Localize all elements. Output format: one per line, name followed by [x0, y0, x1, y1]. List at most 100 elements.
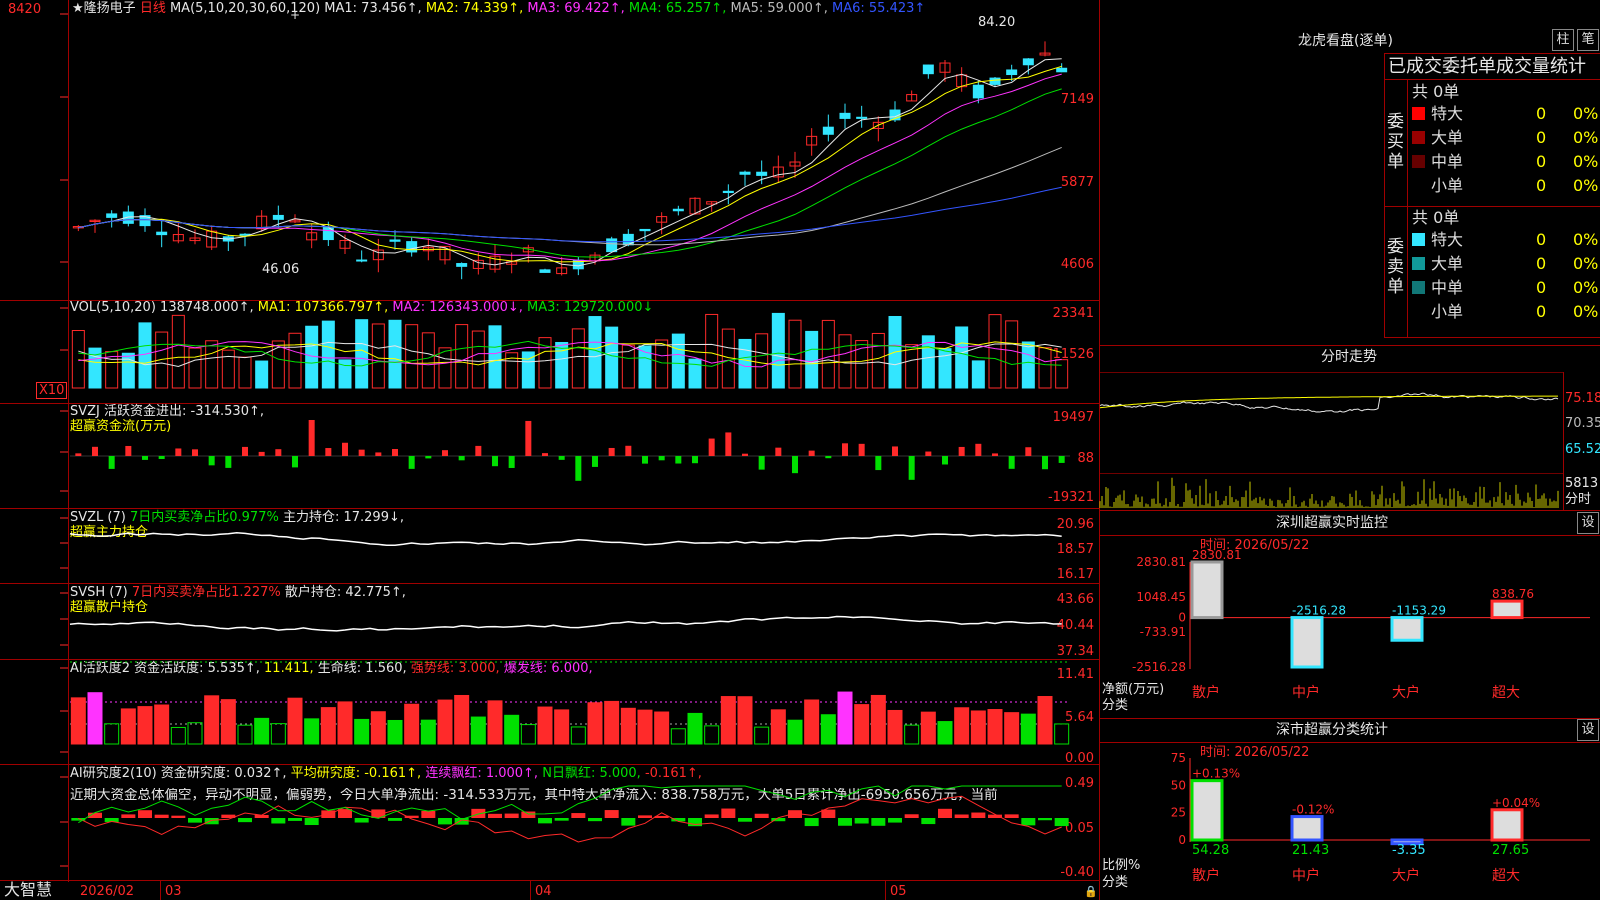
fund-flow-bar [1058, 456, 1065, 463]
fund-flow-bar [858, 443, 865, 456]
activity-bar [254, 717, 270, 745]
lock-icon[interactable]: 🔒 [1084, 884, 1098, 899]
bar-value-label: -2516.28 [1292, 604, 1346, 618]
sz-class-settings-button[interactable]: 设 [1577, 719, 1599, 741]
x-axis-label: 03 [165, 884, 182, 899]
volume-bar [988, 314, 1002, 389]
activity-bar [720, 696, 736, 745]
chart-bar [1390, 616, 1424, 642]
order-row-label: 小单 [1412, 174, 1463, 198]
fund-flow-bar [875, 456, 882, 471]
activity-bar [187, 722, 203, 745]
fund-flow-bar [108, 456, 115, 469]
value-text: 138748.000↑, [160, 300, 258, 315]
sz-ratio-chart: 75 50 25 0 +0.13% 54.28 散户 -0.12% 21.43 中户 -3.35 大户… [1171, 751, 1590, 884]
candle-body [539, 269, 551, 273]
activity-bar [837, 691, 853, 745]
category-label: 散户 [1192, 684, 1220, 701]
fund-flow-bar [825, 456, 832, 459]
candlestick-chart[interactable] [70, 14, 1098, 300]
research-bar [421, 810, 436, 818]
volume-ma-line [78, 341, 1062, 368]
activity-bar [754, 726, 770, 745]
order-percent: 0% [1573, 128, 1599, 147]
order-row-label: 小单 [1412, 300, 1463, 324]
volume-bar [655, 339, 669, 389]
bar-bottom-value: -3.35 [1392, 843, 1426, 858]
activity-bar [454, 694, 470, 745]
volume-bar [688, 358, 702, 389]
brand-logo: 大智慧 [4, 880, 53, 899]
activity-bar [170, 726, 186, 745]
legend-swatch [1412, 155, 1425, 168]
activity-bar [737, 696, 753, 745]
activity-bar [354, 718, 370, 745]
tick-mode-button[interactable]: 笔 [1577, 29, 1599, 51]
activity-bar [1054, 723, 1070, 745]
intraday-vol-tick: 5813 [1565, 476, 1599, 491]
fund-flow-bar [992, 453, 998, 456]
order-row-label: 特大 [1412, 228, 1463, 252]
fund-flow-bar [292, 456, 298, 468]
category-label: 大户 [1392, 684, 1420, 701]
intraday-y-tick: 75.18 [1565, 391, 1600, 406]
fund-flow-bar [742, 453, 748, 456]
fund-flow-bar [725, 432, 732, 456]
legend-swatch [1412, 233, 1425, 246]
order-size-label: 大单 [1431, 254, 1464, 273]
candle-body [406, 241, 418, 253]
legend-swatch [1412, 131, 1425, 144]
vol-unit-badge[interactable]: X10 [36, 382, 68, 399]
research-bar [521, 811, 536, 818]
fund-flow-bar [758, 456, 765, 470]
research-bar [388, 818, 402, 821]
activity-bar [470, 716, 486, 745]
candle-body [1022, 58, 1034, 66]
activity-bar [804, 699, 820, 745]
activity-bar [554, 709, 570, 745]
intraday-y-tick: 70.35 [1565, 416, 1600, 431]
activity-bar [587, 702, 603, 745]
order-row-label: 中单 [1412, 150, 1463, 174]
intraday-chart[interactable] [1099, 372, 1563, 510]
holding-line [69, 615, 1062, 632]
sz-monitor-settings-button[interactable]: 设 [1577, 512, 1599, 534]
research-bar [871, 818, 886, 826]
candle-body [822, 126, 834, 135]
volume-bar [805, 330, 819, 389]
order-row-label: 特大 [1412, 102, 1463, 126]
bar-value-label: +0.04% [1492, 796, 1540, 810]
retail-holding-line [69, 615, 1062, 632]
order-count: 0 [1536, 128, 1547, 147]
fund-flow-bar [925, 451, 932, 456]
fund-flow-bar [608, 447, 615, 456]
kline-chart-area[interactable]: 8420 ★隆扬电子 日线 MA(5,10,20,30,60,120) MA1:… [0, 0, 1100, 900]
activity-bar [704, 725, 720, 745]
bar-mode-button[interactable]: 柱 [1552, 29, 1574, 51]
chart-bar [1190, 560, 1224, 620]
volume-bar [755, 333, 769, 389]
fund-flow-bar [358, 449, 365, 456]
order-size-label: 大单 [1431, 128, 1464, 147]
activity-bar [970, 710, 986, 745]
research-line [78, 795, 1062, 843]
fund-flow-bar [92, 446, 98, 456]
research-bar [238, 818, 252, 823]
fund-flow-bar [808, 450, 815, 456]
fund-flow-bar [375, 452, 382, 456]
volume-bar [971, 360, 985, 389]
order-percent: 0% [1573, 254, 1599, 273]
order-percent: 0% [1573, 104, 1599, 123]
fund-flow-bar [525, 420, 532, 456]
sell-total: 共 0单 [1412, 208, 1460, 227]
volume-bar [738, 338, 752, 389]
research-bar [121, 814, 136, 818]
fund-flow-bar [658, 456, 665, 461]
category-label: 超大 [1492, 685, 1520, 701]
research-bar [1038, 818, 1052, 821]
activity-bar [904, 724, 920, 745]
fund-flow-bar [592, 456, 598, 467]
activity-bar [337, 701, 353, 745]
activity-bar [654, 711, 670, 745]
svzj-title: SVZJ 活跃资金进出: -314.530↑, [70, 404, 265, 419]
